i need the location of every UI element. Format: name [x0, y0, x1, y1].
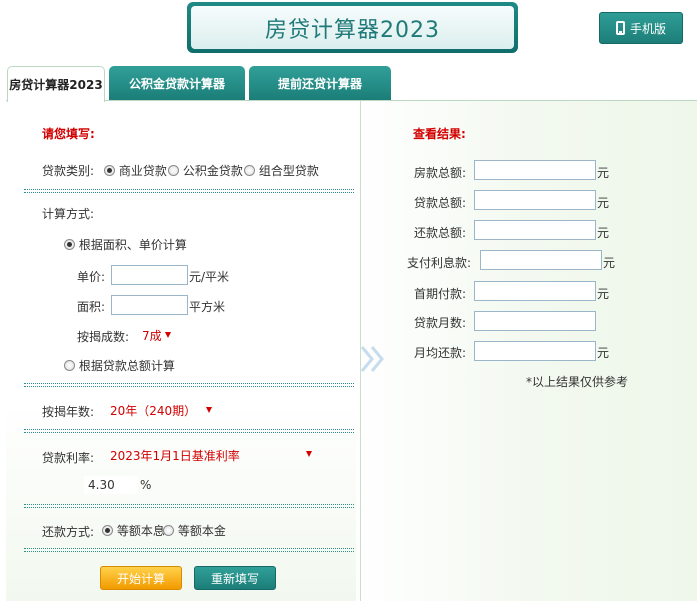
unit-price-label: 单价:	[77, 270, 106, 284]
result-label-down-payment: 首期付款:	[414, 287, 467, 301]
years-select[interactable]: 20年（240期）	[110, 402, 213, 419]
result-field-interest	[480, 250, 602, 270]
area-input[interactable]	[111, 295, 188, 315]
divider-dotted	[24, 189, 354, 193]
repay-equal-principal[interactable]: 等额本金	[163, 522, 226, 539]
result-unit: 元	[603, 256, 616, 270]
ratio-label: 按揭成数:	[77, 330, 130, 344]
result-unit: 元	[597, 166, 610, 180]
method-by-total-label: 根据贷款总额计算	[78, 359, 175, 373]
radio-equal-principal[interactable]	[163, 525, 174, 536]
result-unit: 元	[597, 346, 610, 360]
tab-mortgage-calculator[interactable]: 房贷计算器2023	[7, 66, 105, 102]
method-by-area[interactable]: 根据面积、单价计算	[64, 236, 187, 253]
result-field-repay-total	[474, 220, 596, 240]
tab-provident-fund-calculator[interactable]: 公积金贷款计算器	[109, 66, 245, 101]
rate-input[interactable]: 4.30	[84, 476, 138, 494]
result-unit: 元	[597, 196, 610, 210]
loan-type-provident-label: 公积金贷款	[182, 164, 243, 178]
dropdown-arrow-icon	[206, 407, 213, 413]
years-value: 20年（240期）	[110, 404, 197, 418]
ratio-value: 7成	[142, 329, 162, 343]
result-field-house-total	[474, 160, 596, 180]
app-title-box: 房贷计算器2023	[187, 2, 518, 53]
results-heading: 查看结果:	[413, 127, 466, 141]
rate-unit: %	[140, 478, 152, 492]
result-unit: 元	[597, 226, 610, 240]
reset-form-button[interactable]: 重新填写	[194, 566, 276, 590]
divider-dotted	[24, 548, 354, 552]
result-unit: 元	[597, 287, 610, 301]
divider-dotted	[24, 383, 354, 387]
result-label-interest: 支付利息款:	[407, 256, 472, 270]
rate-input-value: 4.30	[88, 478, 115, 492]
repay-label: 还款方式:	[42, 525, 95, 539]
phone-icon	[615, 21, 625, 35]
rate-value: 2023年1月1日基准利率	[110, 449, 240, 463]
tab-prepayment-calculator[interactable]: 提前还贷计算器	[249, 66, 391, 101]
result-field-down-payment	[474, 281, 596, 301]
loan-type-label: 贷款类别:	[42, 164, 95, 178]
divider-dotted	[24, 429, 354, 433]
result-label-house-total: 房款总额:	[414, 166, 467, 180]
result-label-repay-total: 还款总额:	[414, 226, 467, 240]
result-label-loan-total: 贷款总额:	[414, 196, 467, 210]
area-unit: 平方米	[189, 300, 226, 314]
method-by-total[interactable]: 根据贷款总额计算	[64, 357, 175, 374]
area-label: 面积:	[77, 300, 106, 314]
app-title: 房贷计算器2023	[191, 6, 514, 49]
results-note: *以上结果仅供参考	[526, 375, 629, 389]
unit-price-input[interactable]	[111, 265, 188, 285]
result-label-monthly-payment: 月均还款:	[414, 346, 467, 360]
method-by-area-label: 根据面积、单价计算	[78, 238, 187, 252]
result-label-loan-months: 贷款月数:	[414, 316, 467, 330]
rate-select[interactable]: 2023年1月1日基准利率	[110, 447, 314, 464]
repay-equal-principal-label: 等额本金	[177, 524, 226, 538]
radio-equal-installment[interactable]	[102, 525, 113, 536]
loan-type-commercial[interactable]: 商业贷款	[104, 162, 167, 179]
mobile-version-button[interactable]: 手机版	[599, 12, 683, 44]
dropdown-arrow-icon	[165, 332, 172, 338]
loan-type-provident[interactable]: 公积金贷款	[168, 162, 243, 179]
radio-commercial[interactable]	[104, 165, 115, 176]
loan-type-combined[interactable]: 组合型贷款	[244, 162, 319, 179]
repay-equal-installment-label: 等额本息	[116, 524, 165, 538]
rate-label: 贷款利率:	[42, 451, 95, 465]
radio-by-total[interactable]	[64, 360, 75, 371]
divider-dotted	[24, 504, 354, 508]
unit-price-unit: 元/平米	[189, 270, 230, 284]
start-calculation-button[interactable]: 开始计算	[100, 566, 182, 590]
result-field-monthly-payment	[474, 341, 596, 361]
dropdown-arrow-icon	[306, 451, 312, 457]
double-chevron-right-icon	[360, 346, 384, 372]
radio-by-area[interactable]	[64, 239, 75, 250]
loan-type-combined-label: 组合型贷款	[258, 164, 319, 178]
result-field-loan-months	[474, 311, 596, 331]
radio-combined[interactable]	[244, 165, 255, 176]
loan-type-commercial-label: 商业贷款	[118, 164, 167, 178]
repay-equal-installment[interactable]: 等额本息	[102, 522, 165, 539]
result-field-loan-total	[474, 190, 596, 210]
form-heading: 请您填写:	[42, 127, 95, 141]
calc-method-label: 计算方式:	[42, 207, 95, 221]
ratio-select[interactable]: 7成	[142, 327, 172, 344]
radio-provident[interactable]	[168, 165, 179, 176]
years-label: 按揭年数:	[42, 405, 95, 419]
mobile-version-label: 手机版	[629, 21, 666, 36]
